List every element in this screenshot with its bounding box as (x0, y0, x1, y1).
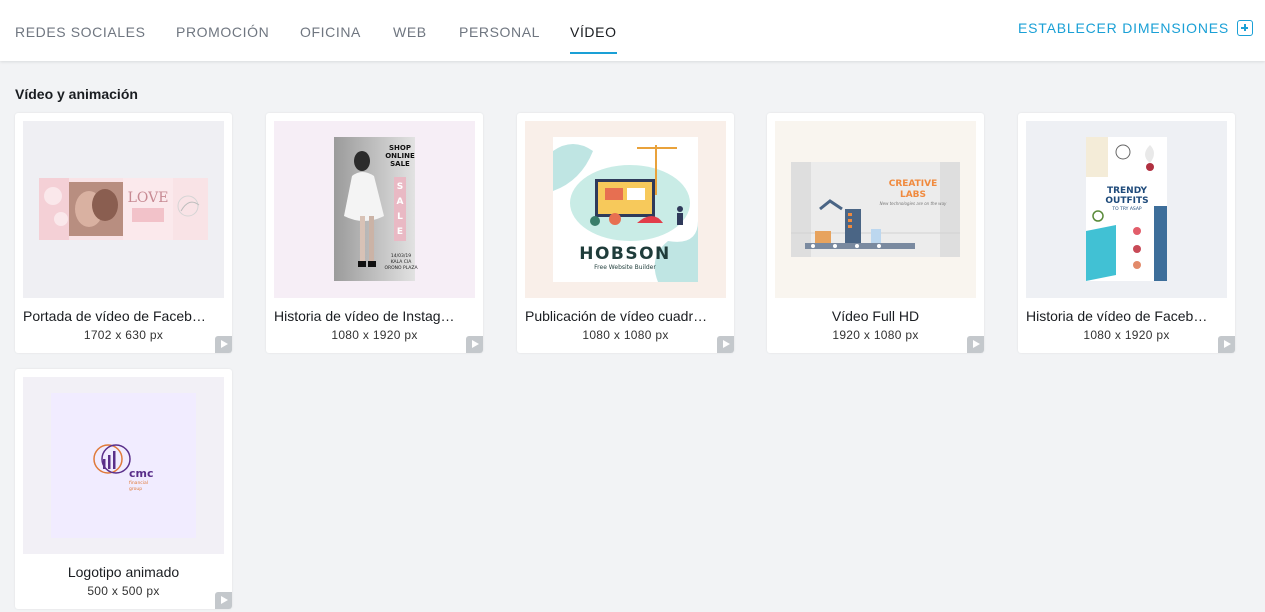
play-icon (215, 336, 232, 353)
template-title: Vídeo Full HD (831, 308, 920, 324)
svg-text:SHOP: SHOP (389, 144, 411, 152)
template-title: Historia de vídeo de Instag… (274, 308, 455, 324)
template-size: 1080 x 1920 px (1083, 328, 1170, 342)
template-card-facebook-cover[interactable]: LOVE Portada de vídeo de Faceb… 1702 x 6… (15, 113, 232, 353)
tab-oficina[interactable]: OFICINA (300, 24, 361, 40)
template-title: Publicación de vídeo cuadr… (525, 308, 708, 324)
template-size: 1920 x 1080 px (832, 328, 919, 342)
template-card-full-hd[interactable]: CREATIVE LABS New technologies are on th… (767, 113, 984, 353)
tab-promocion[interactable]: PROMOCIÓN (176, 24, 269, 40)
thumbnail: TRENDY OUTFITS TO TRY ASAP (1026, 121, 1227, 298)
svg-text:TRENDY: TRENDY (1107, 186, 1148, 196)
template-size: 1080 x 1920 px (331, 328, 418, 342)
tab-personal[interactable]: PERSONAL (459, 24, 540, 40)
play-icon (1218, 336, 1235, 353)
set-dimensions-button[interactable]: ESTABLECER DIMENSIONES (1018, 20, 1254, 36)
svg-text:S: S (397, 182, 403, 192)
active-tab-indicator (570, 52, 617, 54)
tab-web[interactable]: WEB (393, 24, 427, 40)
template-size: 500 x 500 px (87, 584, 160, 598)
template-card-animated-logo[interactable]: cmc financial group Logotipo animado 500… (15, 369, 232, 609)
svg-text:LOVE: LOVE (128, 190, 169, 206)
thumbnail: cmc financial group (23, 377, 224, 554)
svg-text:cmc: cmc (129, 467, 154, 480)
thumbnail: CREATIVE LABS New technologies are on th… (775, 121, 976, 298)
play-icon (967, 336, 984, 353)
svg-text:Free Website Builder: Free Website Builder (594, 264, 656, 271)
svg-text:L: L (397, 212, 403, 222)
thumbnail: SHOP ONLINE SALE S A L E 14/03/19 KALA C… (274, 121, 475, 298)
play-icon (466, 336, 483, 353)
play-icon (215, 592, 232, 609)
template-size: 1702 x 630 px (83, 328, 164, 342)
template-size: 1080 x 1080 px (582, 328, 669, 342)
svg-text:14/03/19: 14/03/19 (391, 253, 411, 259)
svg-text:LABS: LABS (900, 190, 926, 200)
svg-text:TO TRY ASAP: TO TRY ASAP (1111, 206, 1142, 212)
template-title: Historia de vídeo de Faceb… (1026, 308, 1208, 324)
instagram-story-preview-image: SHOP ONLINE SALE S A L E 14/03/19 KALA C… (334, 137, 418, 281)
template-card-facebook-story[interactable]: TRENDY OUTFITS TO TRY ASAP Historia de v… (1018, 113, 1235, 353)
template-card-instagram-story[interactable]: SHOP ONLINE SALE S A L E 14/03/19 KALA C… (266, 113, 483, 353)
svg-text:E: E (397, 227, 403, 237)
svg-text:New technologies are on the wa: New technologies are on the way (880, 201, 947, 206)
svg-text:OUTFITS: OUTFITS (1105, 196, 1148, 206)
svg-text:KALA CIA: KALA CIA (391, 259, 413, 265)
svg-text:A: A (397, 197, 404, 207)
tab-video[interactable]: VÍDEO (570, 24, 617, 40)
facebook-cover-preview-image: LOVE (39, 178, 208, 240)
svg-text:ONLINE: ONLINE (385, 152, 415, 160)
template-title: Logotipo animado (67, 564, 180, 580)
svg-text:HOBSON: HOBSON (579, 244, 671, 264)
facebook-story-preview-image: TRENDY OUTFITS TO TRY ASAP (1086, 137, 1167, 281)
thumbnail: LOVE (23, 121, 224, 298)
play-icon (717, 336, 734, 353)
set-dimensions-label: ESTABLECER DIMENSIONES (1018, 20, 1230, 36)
section-title: Vídeo y animación (15, 86, 138, 102)
full-hd-preview-image: CREATIVE LABS New technologies are on th… (791, 162, 960, 257)
template-card-square-post[interactable]: HOBSON Free Website Builder Publicación … (517, 113, 734, 353)
top-navigation-bar: REDES SOCIALES PROMOCIÓN OFICINA WEB PER… (0, 0, 1265, 61)
square-post-preview-image: HOBSON Free Website Builder (553, 137, 698, 282)
animated-logo-preview-image: cmc financial group (51, 393, 196, 538)
template-title: Portada de vídeo de Faceb… (23, 308, 206, 324)
thumbnail: HOBSON Free Website Builder (525, 121, 726, 298)
svg-text:CREATIVE: CREATIVE (889, 179, 938, 189)
svg-text:financial: financial (129, 480, 148, 486)
tab-redes-sociales[interactable]: REDES SOCIALES (15, 24, 146, 40)
svg-text:group: group (129, 486, 142, 492)
svg-text:ORONO PLAZA: ORONO PLAZA (384, 265, 418, 271)
plus-box-icon (1237, 20, 1254, 36)
svg-text:SALE: SALE (390, 160, 410, 168)
